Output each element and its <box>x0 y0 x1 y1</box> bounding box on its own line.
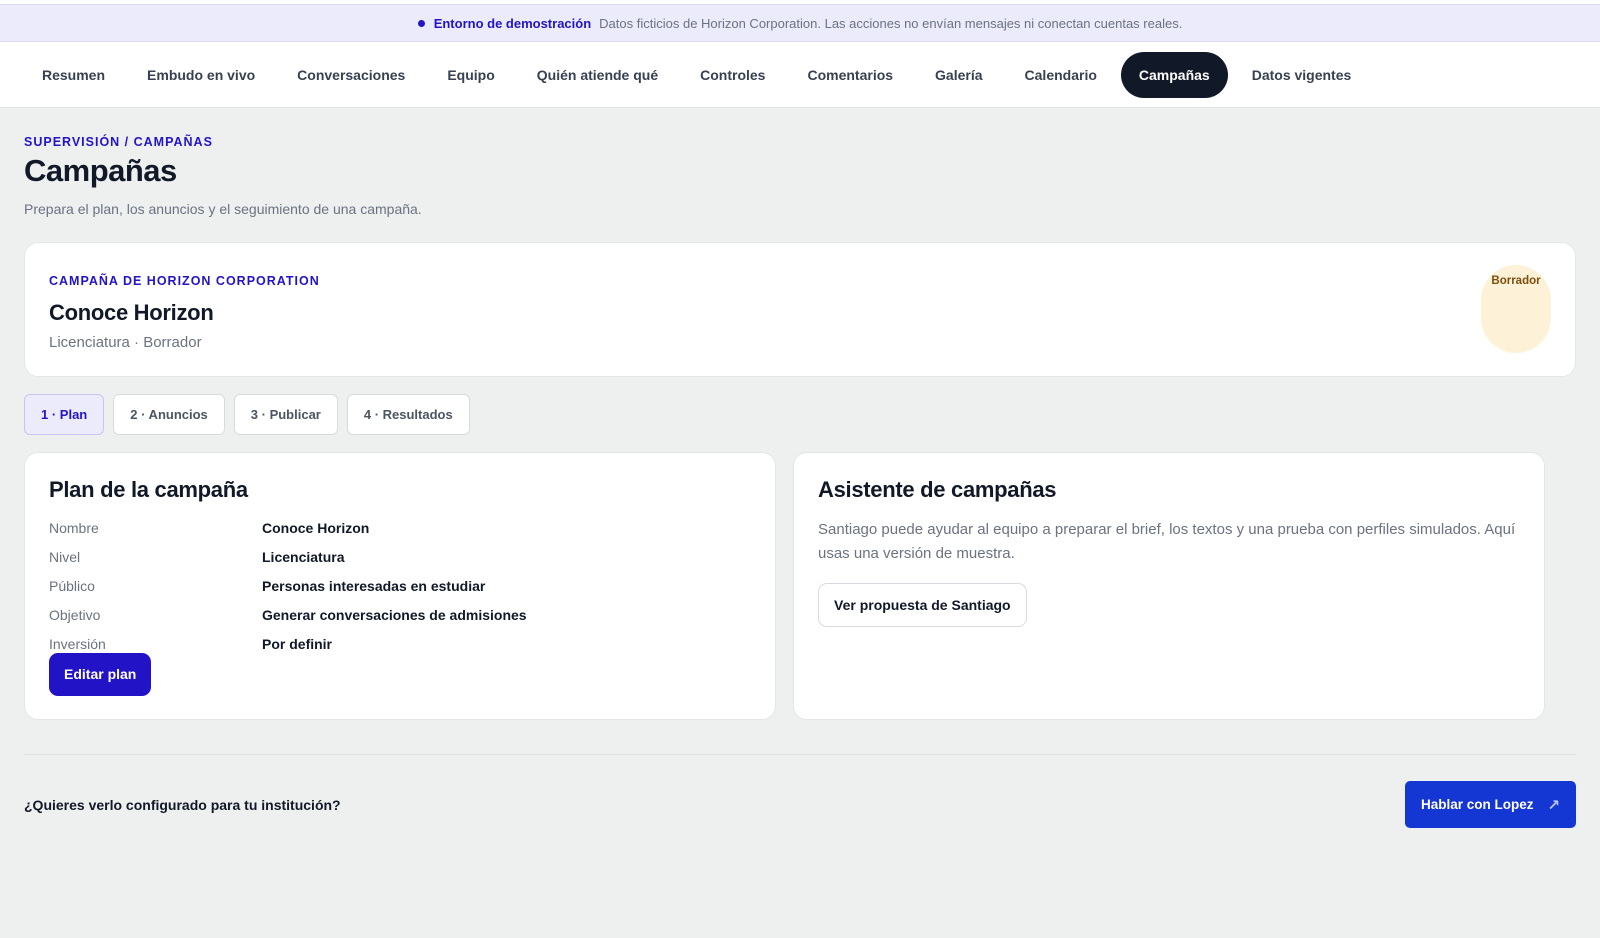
footer-question: ¿Quieres verlo configurado para tu insti… <box>24 796 341 813</box>
nav-item-equipo[interactable]: Equipo <box>429 52 512 98</box>
footer-cta: ¿Quieres verlo configurado para tu insti… <box>24 781 1576 828</box>
breadcrumb: Supervisión / Campañas <box>24 135 213 149</box>
page-subtitle: Prepara el plan, los anuncios y el segui… <box>24 201 422 217</box>
nav-item-comentarios[interactable]: Comentarios <box>789 52 911 98</box>
plan-label: Nombre <box>49 519 99 536</box>
nav-item-campanas[interactable]: Campañas <box>1120 51 1228 98</box>
plan-row: Nivel Licenciatura <box>49 542 751 571</box>
campaign-steps: 1 · Plan 2 · Anuncios 3 · Publicar 4 · R… <box>24 394 1576 435</box>
assistant-card: Asistente de campañas Santiago puede ayu… <box>793 452 1545 720</box>
plan-title: Plan de la campaña <box>49 477 248 502</box>
status-badge: Borrador <box>1481 265 1551 353</box>
content-columns: Plan de la campaña Nombre Conoce Horizon… <box>24 452 1576 720</box>
nav-item-datos-vigentes[interactable]: Datos vigentes <box>1234 52 1370 98</box>
campaign-title: Conoce Horizon <box>49 300 214 325</box>
external-arrow-icon: ↗ <box>1547 796 1560 814</box>
nav-item-conversaciones[interactable]: Conversaciones <box>279 52 423 98</box>
view-proposal-button[interactable]: Ver propuesta de Santiago <box>818 583 1027 627</box>
status-dot-icon <box>417 19 425 27</box>
plan-value: Personas interesadas en estudiar <box>262 577 486 594</box>
edit-plan-button[interactable]: Editar plan <box>49 653 152 696</box>
page-title: Campañas <box>24 153 177 188</box>
plan-details: Nombre Conoce Horizon Nivel Licenciatura… <box>49 513 751 658</box>
nav-item-galeria[interactable]: Galería <box>917 52 1000 98</box>
nav-item-calendario[interactable]: Calendario <box>1007 52 1115 98</box>
contact-button-label: Hablar con Lopez <box>1421 797 1534 812</box>
plan-label: Público <box>49 577 95 594</box>
plan-row: Público Personas interesadas en estudiar <box>49 571 751 600</box>
nav-item-resumen[interactable]: Resumen <box>24 52 123 98</box>
assistant-title: Asistente de campañas <box>818 477 1057 502</box>
plan-value: Conoce Horizon <box>262 519 370 536</box>
campaign-eyebrow: Campaña de Horizon Corporation <box>49 274 320 288</box>
demo-banner-title: Entorno de demostración <box>433 15 592 31</box>
plan-label: Inversión <box>49 635 106 652</box>
campaign-meta: Licenciatura · Borrador <box>49 334 202 351</box>
tab-anuncios[interactable]: 2 · Anuncios <box>113 394 225 435</box>
plan-value: Generar conversaciones de admisiones <box>262 606 527 623</box>
plan-label: Nivel <box>49 548 81 565</box>
tab-publicar[interactable]: 3 · Publicar <box>233 394 338 435</box>
plan-value: Licenciatura <box>262 548 345 565</box>
plan-value: Por definir <box>262 635 333 652</box>
divider <box>24 754 1576 755</box>
main-content: Supervisión / Campañas Campañas Prepara … <box>0 135 1600 828</box>
plan-row: Inversión Por definir <box>49 629 751 658</box>
plan-label: Objetivo <box>49 606 101 623</box>
tab-resultados[interactable]: 4 · Resultados <box>346 394 470 435</box>
demo-banner: Entorno de demostración Datos ficticios … <box>0 4 1600 42</box>
contact-button[interactable]: Hablar con Lopez ↗ <box>1405 781 1576 828</box>
assistant-text: Santiago puede ayudar al equipo a prepar… <box>818 521 1516 562</box>
main-nav: Resumen Embudo en vivo Conversaciones Eq… <box>0 42 1600 108</box>
plan-card: Plan de la campaña Nombre Conoce Horizon… <box>24 452 776 720</box>
nav-item-quien-atiende-que[interactable]: Quién atiende qué <box>519 52 676 98</box>
plan-row: Nombre Conoce Horizon <box>49 513 751 542</box>
nav-item-embudo-en-vivo[interactable]: Embudo en vivo <box>129 52 273 98</box>
nav-item-controles[interactable]: Controles <box>682 52 783 98</box>
demo-banner-text: Datos ficticios de Horizon Corporation. … <box>599 15 1183 31</box>
campaign-card: Campaña de Horizon Corporation Conoce Ho… <box>24 242 1576 377</box>
plan-row: Objetivo Generar conversaciones de admis… <box>49 600 751 629</box>
tab-plan[interactable]: 1 · Plan <box>24 394 105 435</box>
